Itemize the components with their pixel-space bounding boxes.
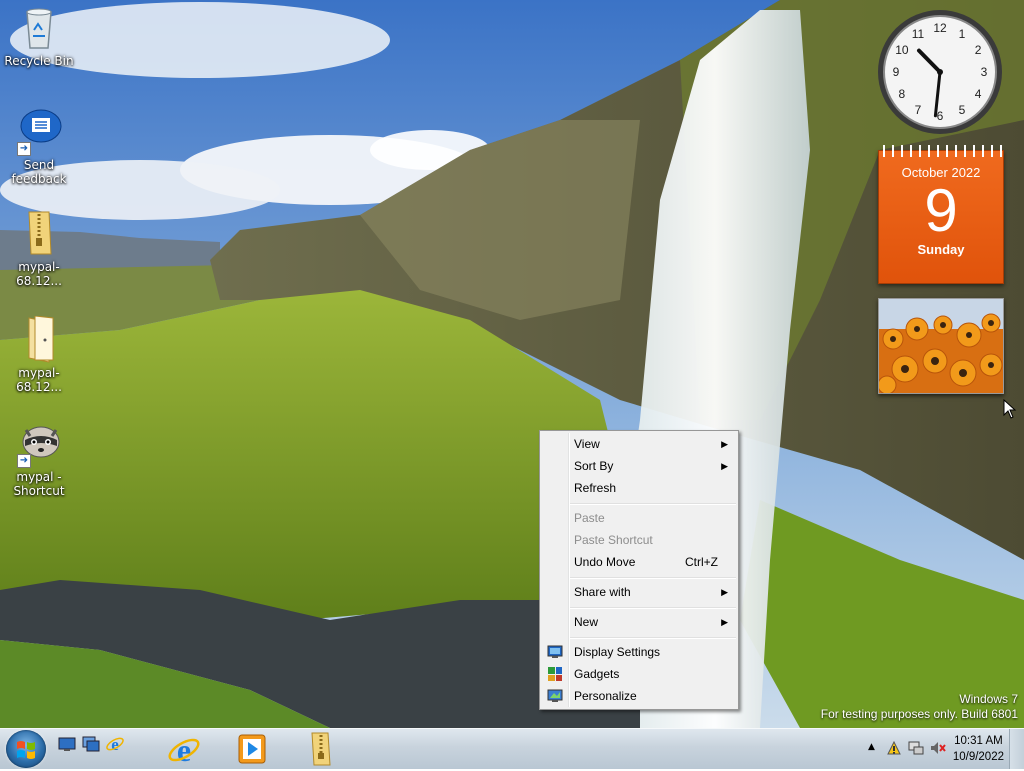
menu-item-view[interactable]: View ▶ [542,433,736,455]
calendar-gadget[interactable]: October 2022 9 Sunday [878,145,1004,284]
desktop-icon-mypal-shortcut[interactable]: ➜ mypal - Shortcut [0,420,78,498]
menu-item-paste-shortcut[interactable]: Paste Shortcut [542,529,736,551]
clock-numeral: 7 [915,103,922,117]
desktop-icon-label: mypal-68.12... [16,366,62,394]
clock-numeral: 6 [937,109,944,123]
menu-item-undo-move[interactable]: Undo Move Ctrl+Z [542,551,736,573]
desktop-context-menu: View ▶ Sort By ▶ Refresh Paste Paste Sho… [539,430,739,710]
menu-item-display-settings[interactable]: Display Settings [542,641,736,663]
menu-item-paste[interactable]: Paste [542,507,736,529]
clock-numeral: 1 [959,27,966,41]
clock-numeral: 11 [912,27,925,41]
shortcut-arrow-icon: ➜ [17,142,31,156]
zip-folder-icon [15,210,63,258]
clock-numeral: 3 [981,65,988,79]
desktop-icon-label: mypal-68.12... [16,260,62,288]
taskbar-date: 10/9/2022 [952,751,1004,763]
media-player-icon [238,734,266,764]
quick-launch-switch-windows[interactable] [82,735,104,757]
desktop-icon-label: Recycle Bin [4,54,74,68]
submenu-arrow-icon: ▶ [721,587,728,597]
calendar-rings [879,145,1003,157]
slideshow-gadget[interactable] [878,298,1004,394]
submenu-arrow-icon: ▶ [721,461,728,471]
mouse-cursor-icon [1003,399,1017,419]
menu-item-new[interactable]: New ▶ [542,611,736,633]
submenu-arrow-icon: ▶ [721,439,728,449]
slideshow-photo [879,299,1003,393]
recycle-bin-icon [15,4,63,52]
clock-numeral: 9 [893,65,900,79]
taskbar-clock[interactable]: 10:31 AM 10/9/2022 [953,733,1004,765]
clock-numeral: 2 [975,43,982,57]
personalize-icon [547,688,563,704]
menu-item-refresh[interactable]: Refresh [542,477,736,499]
windows-watermark: Windows 7 For testing purposes only. Bui… [821,692,1018,722]
svg-text:e: e [177,732,191,767]
clock-numeral: 12 [933,21,947,35]
desktop-icon-label: Send feedback [11,158,67,186]
gadgets-icon [547,666,563,682]
start-orb-icon [17,741,35,759]
taskbar-pinned-media-player[interactable] [224,731,280,767]
watermark-edition: Windows 7 [959,692,1018,706]
clock-gadget[interactable]: 1 2 3 4 5 6 7 8 9 10 11 12 [876,8,1004,136]
svg-text:e: e [111,735,119,753]
menu-item-personalize[interactable]: Personalize [542,685,736,707]
shortcut-arrow-icon: ➜ [17,454,31,468]
desktop-icon-label: mypal - Shortcut [13,470,65,498]
menu-item-gadgets[interactable]: Gadgets [542,663,736,685]
calendar-weekday: Sunday [917,242,965,257]
volume-muted-icon[interactable] [930,740,946,756]
desktop-wallpaper[interactable] [0,0,1024,728]
network-icon[interactable] [908,740,924,756]
switch-windows-icon [82,736,100,752]
raccoon-icon: ➜ [15,420,63,468]
taskbar-time: 10:31 AM [954,735,1003,747]
folder-icon [15,315,63,364]
menu-separator [570,637,736,639]
menu-separator [570,503,736,505]
clock-numeral: 8 [899,87,906,101]
clock-numeral: 10 [895,43,909,57]
show-desktop-icon [58,737,76,751]
menu-separator [570,577,736,579]
menu-item-sort-by[interactable]: Sort By ▶ [542,455,736,477]
submenu-arrow-icon: ▶ [721,617,728,627]
menu-item-share-with[interactable]: Share with ▶ [542,581,736,603]
zip-folder-icon [311,732,331,766]
menu-separator [570,607,736,609]
action-center-icon[interactable] [886,740,902,756]
internet-explorer-icon: e [106,735,124,754]
taskbar: e e ▲ 10:31 AM 10/9/2022 [0,728,1024,769]
clock-numeral: 5 [959,103,966,117]
show-desktop-button[interactable] [1009,729,1024,769]
desktop-icon-mypal-folder[interactable]: mypal-68.12... [0,315,78,394]
desktop-icon-recycle-bin[interactable]: Recycle Bin [0,4,78,68]
desktop-icon-mypal-zip[interactable]: mypal-68.12... [0,210,78,288]
clock-numeral: 4 [975,87,982,101]
watermark-build: For testing purposes only. Build 6801 [820,707,1018,721]
internet-explorer-icon: e [168,732,200,768]
display-settings-icon [547,644,563,660]
start-button[interactable] [6,730,46,768]
taskbar-pinned-archive[interactable] [292,731,348,767]
taskbar-pinned-internet-explorer[interactable]: e [156,731,212,768]
quick-launch-show-desktop[interactable] [58,735,80,757]
menu-shortcut: Ctrl+Z [685,555,718,569]
calendar-day: 9 [924,177,958,244]
quick-launch-internet-explorer[interactable]: e [106,735,128,757]
desktop-icon-send-feedback[interactable]: ➜ Send feedback [0,108,78,186]
notification-area: ▲ 10:31 AM 10/9/2022 [844,729,1024,769]
feedback-icon: ➜ [15,108,63,156]
show-hidden-icons-chevron[interactable]: ▲ [868,742,875,752]
